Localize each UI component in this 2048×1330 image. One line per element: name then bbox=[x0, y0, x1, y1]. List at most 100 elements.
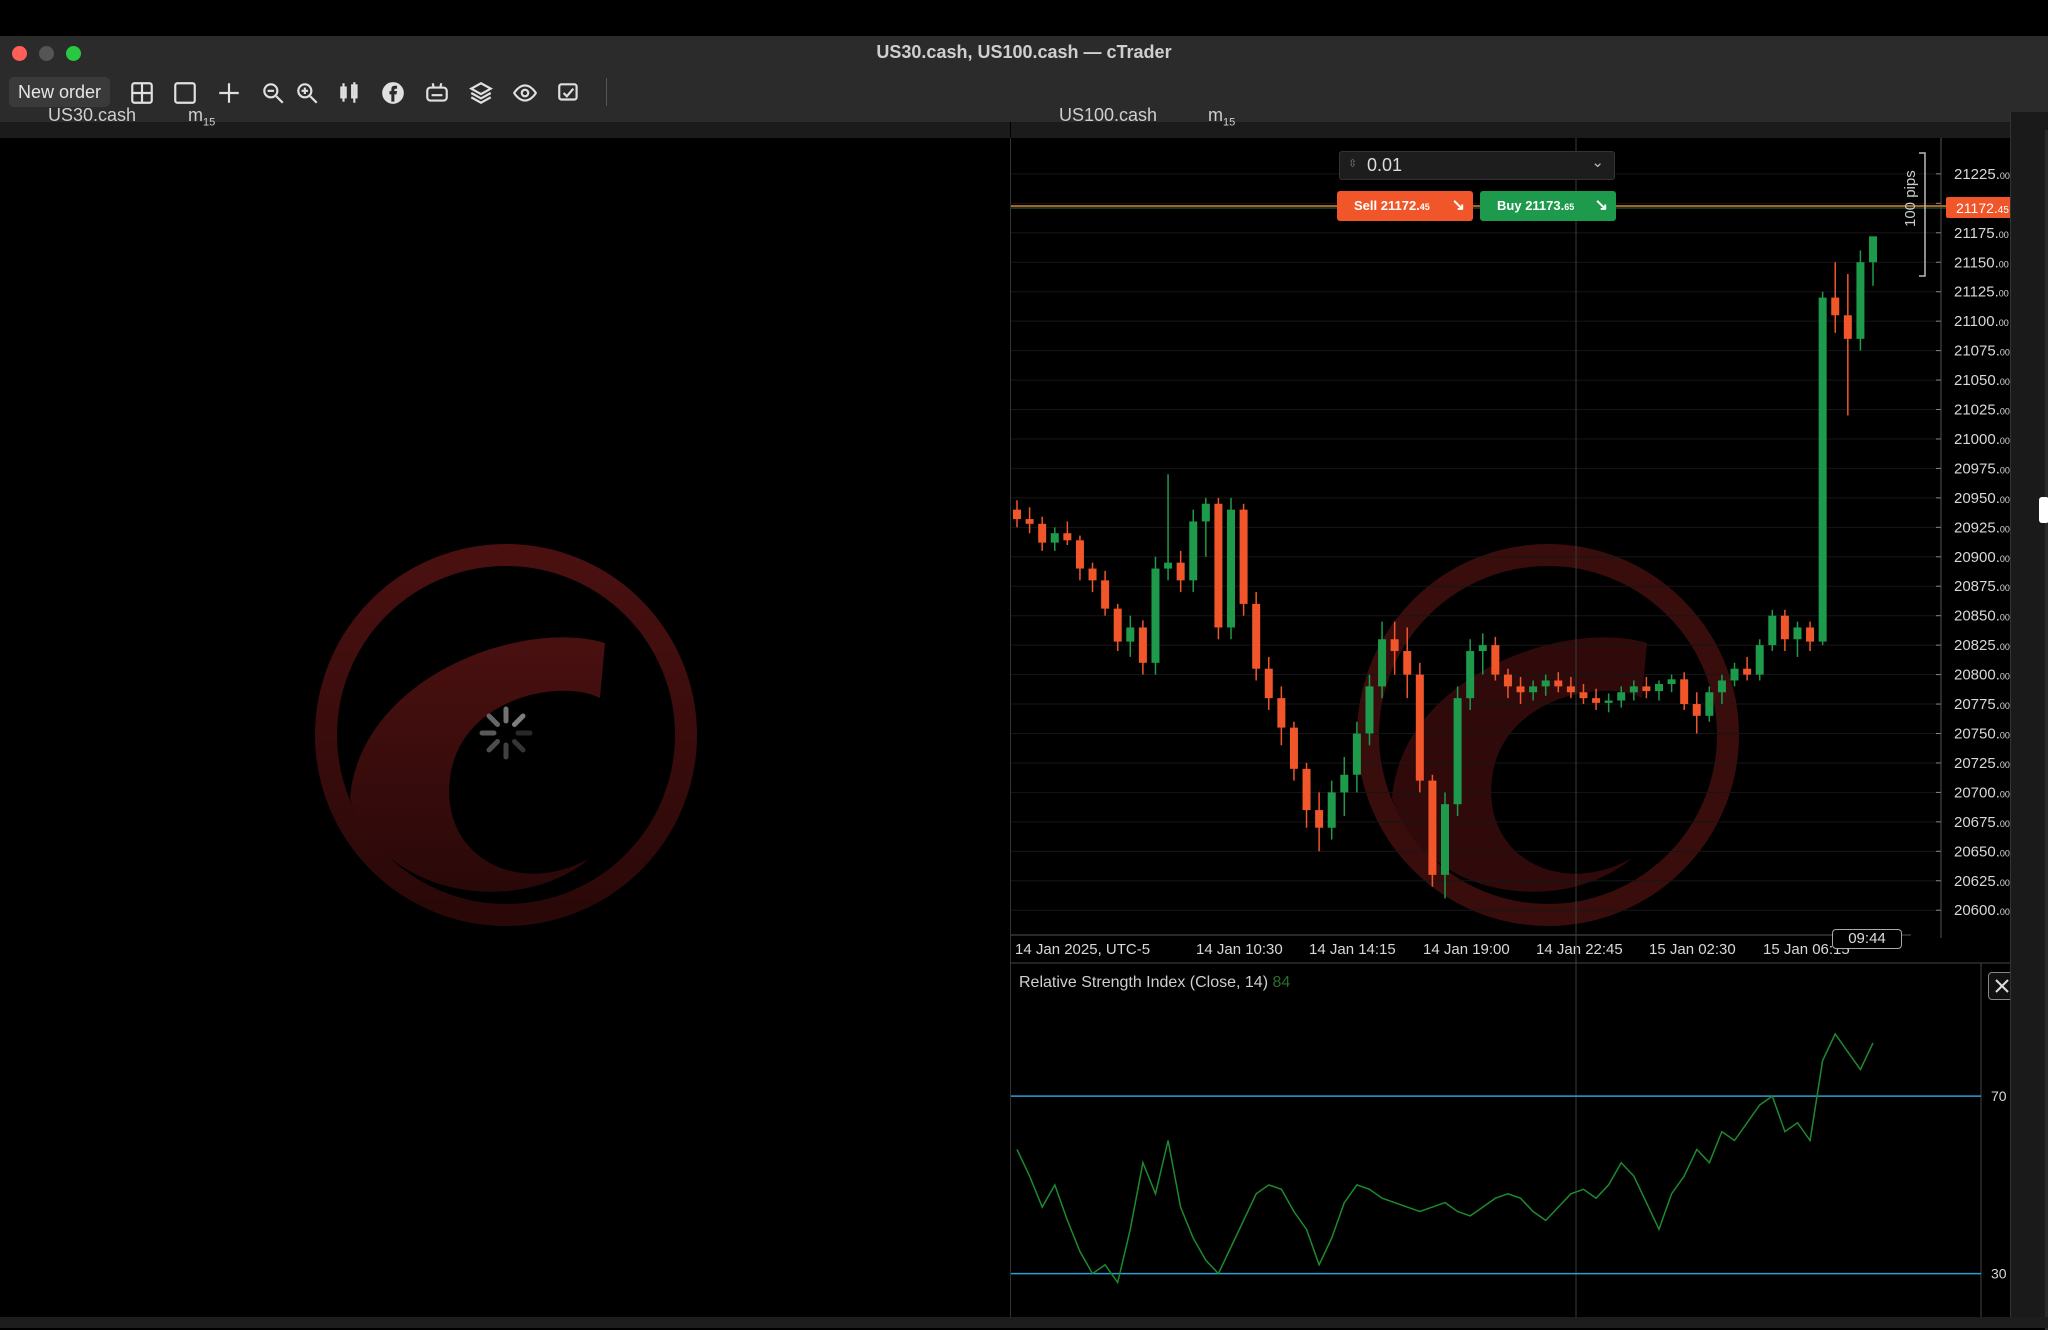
bot-icon[interactable] bbox=[422, 78, 452, 108]
layout-grid-icon[interactable] bbox=[127, 78, 157, 108]
y-tick-label: 20600.00 bbox=[1954, 902, 2010, 919]
candle-body bbox=[1793, 627, 1802, 640]
y-tick-label-small: 00 bbox=[2000, 407, 2010, 417]
facebook-icon[interactable] bbox=[378, 78, 408, 108]
y-tick-label-small: 00 bbox=[2000, 465, 2010, 475]
stepper-icon[interactable]: ⇳ bbox=[1348, 157, 1357, 170]
y-tick-label-small: 00 bbox=[2000, 819, 2010, 829]
candle-body bbox=[1352, 733, 1361, 775]
candle-body bbox=[1289, 727, 1298, 769]
y-tick-label-small: 00 bbox=[2000, 436, 2010, 446]
candlestick-chart[interactable]: 21225.0021200.0021175.0021150.0021125.00… bbox=[1011, 138, 2011, 1328]
candlestick-icon[interactable] bbox=[335, 78, 365, 108]
candle-body bbox=[1126, 627, 1135, 642]
layers-icon[interactable] bbox=[466, 78, 496, 108]
y-tick-label-small: 00 bbox=[2000, 554, 2010, 564]
candle-body bbox=[1730, 668, 1739, 681]
drawing-toolbar[interactable] bbox=[2010, 112, 2048, 1330]
y-tick-label: 20800.00 bbox=[1954, 667, 2010, 684]
y-tick-label-small: 00 bbox=[1999, 230, 2009, 240]
y-tick-label: 20900.00 bbox=[1954, 549, 2010, 566]
candle-body bbox=[1743, 668, 1752, 675]
toolbar-divider bbox=[606, 78, 607, 106]
spinner-spoke bbox=[511, 713, 526, 728]
y-tick-label-small: 00 bbox=[2000, 583, 2010, 593]
candle-body bbox=[1075, 540, 1084, 569]
y-tick-label: 21100.00 bbox=[1954, 313, 2009, 330]
single-layout-icon[interactable] bbox=[170, 78, 200, 108]
candle-body bbox=[1088, 568, 1097, 581]
candle-body bbox=[1189, 521, 1198, 581]
chevron-down-icon[interactable]: ⌄ bbox=[1591, 153, 1604, 171]
candle-body bbox=[1516, 686, 1525, 693]
y-tick-label-small: 00 bbox=[2000, 524, 2010, 534]
candle-body bbox=[1050, 533, 1059, 543]
y-tick-label: 20875.00 bbox=[1954, 578, 2010, 595]
buy-button[interactable]: Buy 21173.65 ↘ bbox=[1480, 191, 1616, 221]
left-chart-pane[interactable] bbox=[0, 138, 1010, 1328]
y-tick-label: 20625.00 bbox=[1954, 873, 2010, 890]
toolbar-active-item[interactable] bbox=[2039, 497, 2048, 523]
candle-body bbox=[1755, 645, 1764, 675]
candle-body bbox=[1327, 792, 1336, 828]
new-order-button[interactable]: New order bbox=[9, 77, 111, 107]
y-tick-label-small: 00 bbox=[2000, 642, 2010, 652]
zoom-in-icon[interactable] bbox=[292, 78, 322, 108]
crosshair-icon[interactable] bbox=[214, 78, 244, 108]
candle-body bbox=[1680, 679, 1689, 705]
zoom-out-icon[interactable] bbox=[258, 78, 288, 108]
y-tick-label: 21225.00 bbox=[1954, 166, 2010, 183]
candle-body bbox=[1768, 615, 1777, 646]
right-chart-pane[interactable]: 21225.0021200.0021175.0021150.0021125.00… bbox=[1010, 138, 2011, 1328]
y-tick-label-small: 00 bbox=[2000, 878, 2010, 888]
sell-button[interactable]: Sell 21172.45 ↘ bbox=[1337, 191, 1473, 221]
candle-body bbox=[1239, 509, 1248, 604]
candle-body bbox=[1264, 668, 1273, 699]
candle-body bbox=[1617, 692, 1626, 701]
y-tick-label: 20700.00 bbox=[1954, 784, 2010, 801]
eye-icon[interactable] bbox=[510, 78, 540, 108]
y-tick-label: 20650.00 bbox=[1954, 843, 2010, 860]
rsi-level-label: 70 bbox=[1991, 1088, 2007, 1104]
candle-body bbox=[1252, 603, 1261, 669]
y-tick-label-small: 00 bbox=[1999, 289, 2009, 299]
candle-body bbox=[1818, 297, 1827, 642]
candle-body bbox=[1503, 674, 1512, 687]
y-tick-label: 21050.00 bbox=[1954, 372, 2010, 389]
candle-body bbox=[1831, 297, 1840, 316]
status-bar bbox=[0, 1317, 2048, 1328]
y-tick-label: 20675.00 bbox=[1954, 814, 2010, 831]
left-timeframe-label[interactable]: m15 bbox=[188, 105, 215, 129]
x-tick-label: 14 Jan 19:00 bbox=[1423, 941, 1510, 958]
right-symbol-label[interactable]: US100.cash bbox=[1059, 105, 1157, 126]
x-tick-label: 15 Jan 02:30 bbox=[1649, 941, 1736, 958]
candle-body bbox=[1869, 236, 1877, 263]
menu-strip bbox=[0, 0, 2048, 36]
candle-body bbox=[1063, 533, 1072, 541]
candle-body bbox=[1277, 698, 1286, 728]
y-tick-label: 20850.00 bbox=[1954, 608, 2010, 625]
settings-icon[interactable] bbox=[554, 78, 584, 108]
y-tick-label-small: 00 bbox=[2000, 731, 2010, 741]
candle-body bbox=[1592, 698, 1601, 703]
y-tick-label: 20775.00 bbox=[1954, 696, 2010, 713]
candle-body bbox=[1806, 627, 1815, 642]
loading-spinner-icon bbox=[479, 706, 533, 760]
candle-body bbox=[1705, 692, 1714, 716]
candle-body bbox=[1780, 615, 1789, 640]
candle-body bbox=[1453, 698, 1462, 805]
candle-body bbox=[1428, 780, 1437, 875]
quantity-input[interactable]: ⇳ 0.01 ⌄ bbox=[1339, 151, 1615, 180]
x-tick-label: 14 Jan 14:15 bbox=[1309, 941, 1396, 958]
candle-body bbox=[1466, 651, 1475, 699]
y-tick-label: 21075.00 bbox=[1954, 343, 2010, 360]
spinner-spoke bbox=[486, 713, 501, 728]
left-symbol-label[interactable]: US30.cash bbox=[48, 105, 136, 126]
y-tick-label-small: 00 bbox=[2000, 907, 2010, 917]
arrow-down-right-icon: ↘ bbox=[1594, 197, 1608, 214]
right-timeframe-label[interactable]: m15 bbox=[1208, 105, 1235, 129]
pips-bracket bbox=[1919, 152, 1926, 277]
y-tick-label-small: 00 bbox=[2000, 672, 2010, 682]
candle-body bbox=[1566, 686, 1575, 693]
candle-body bbox=[1529, 686, 1538, 693]
